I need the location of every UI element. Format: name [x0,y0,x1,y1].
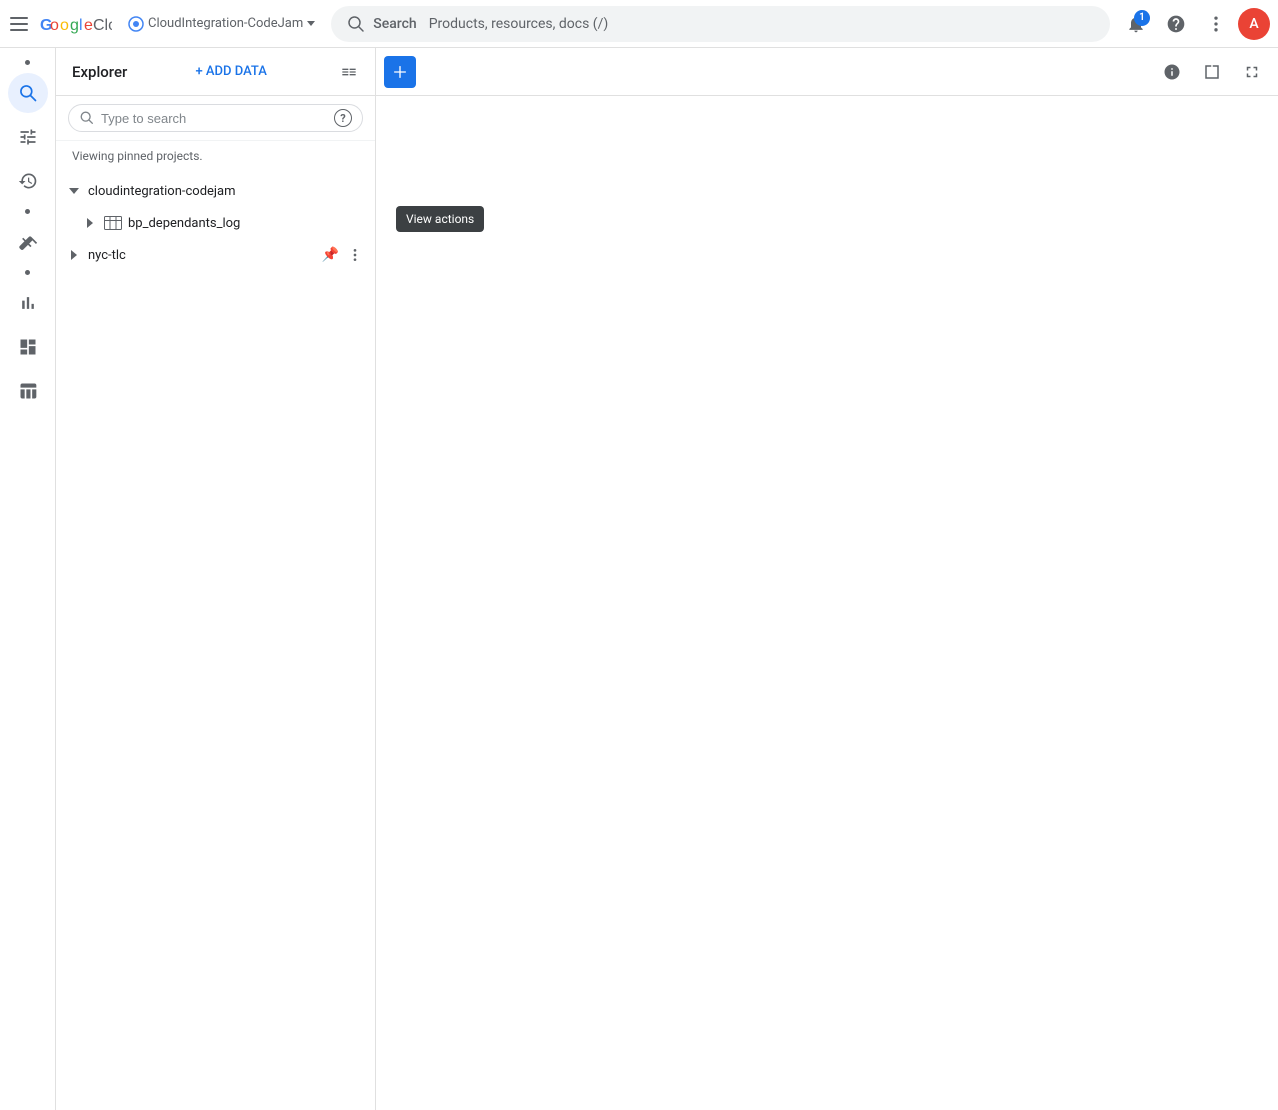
project-name: CloudIntegration-CodeJam [148,16,303,31]
project-actions-nyc-tlc: 📌 [322,243,367,267]
dashboard-icon [18,337,38,357]
user-avatar-button[interactable]: A [1238,8,1270,40]
main-layout: Explorer + ADD DATA ? Viewing pinned pro… [0,48,1278,1110]
sidebar-item-data-studio[interactable] [8,371,48,411]
collapse-explorer-button[interactable] [335,58,363,86]
tune-icon [18,127,38,147]
search-icon [18,83,38,103]
info-button[interactable] [1154,54,1190,90]
google-logo-svg: G o o g l e Cloud [40,12,112,36]
expand-chevron-cloudintegration [64,181,84,201]
svg-text:l: l [79,17,83,34]
svg-text:g: g [70,17,79,34]
three-dot-menu-nyc-tlc[interactable] [343,243,367,267]
explorer-search-wrapper[interactable]: ? [68,104,363,132]
sidebar-dot-3 [25,270,30,275]
chevron-down-icon [307,21,315,26]
left-icon-sidebar [0,48,56,1110]
dataset-name-bp-dependants: bp_dependants_log [122,216,343,231]
topbar: G o o g l e Cloud CloudIntegration-CodeJ… [0,0,1278,48]
notifications-button[interactable]: 1 [1118,6,1154,42]
add-data-label: + ADD DATA [195,64,266,79]
table-chart-icon [18,381,38,401]
build-icon [18,232,38,252]
query-toolbar [376,48,1278,96]
query-toolbar-right [1154,54,1270,90]
search-icon [347,15,365,33]
dataset-table-icon [104,216,122,230]
help-icon [1166,14,1186,34]
pin-icon-nyc-tlc: 📌 [322,247,339,263]
fullscreen-icon [1243,63,1261,81]
expand-chevron-nyc-tlc [64,245,84,265]
help-button[interactable] [1158,6,1194,42]
topbar-right: 1 A [1118,6,1270,42]
add-icon [392,64,408,80]
three-dot-menu-cloudintegration[interactable] [343,179,367,203]
collapse-icon [341,64,357,80]
explorer-header: Explorer + ADD DATA [56,48,375,96]
tree-item-nyc-tlc[interactable]: nyc-tlc 📌 [56,239,375,271]
svg-text:o: o [50,17,59,34]
three-dot-menu-bp-dependants[interactable] [343,211,367,235]
expand-chevron-bp-dependants [80,213,100,233]
project-name-cloudintegration: cloudintegration-codejam [84,184,343,199]
query-editor-content [376,96,1278,1110]
add-data-button[interactable]: + ADD DATA [189,60,272,83]
search-placeholder-text: Products, resources, docs (/) [429,16,609,32]
tree-item-cloudintegration[interactable]: cloudintegration-codejam [56,175,375,207]
sidebar-item-query[interactable] [8,73,48,113]
sidebar-item-tools[interactable] [8,222,48,262]
project-selector[interactable]: CloudIntegration-CodeJam [120,12,323,36]
info-icon [1163,63,1181,81]
explorer-panel: Explorer + ADD DATA ? Viewing pinned pro… [56,48,376,1110]
viewing-pinned-text: Viewing pinned projects. [56,141,375,171]
sidebar-item-history[interactable] [8,161,48,201]
sidebar-item-dashboard[interactable] [8,327,48,367]
google-cloud-logo: G o o g l e Cloud [40,12,112,36]
view-actions-tooltip: View actions [396,206,484,232]
more-vert-icon [347,247,363,263]
notification-badge: 1 [1134,10,1150,26]
split-icon [1203,63,1221,81]
search-label: Search [373,16,416,32]
svg-text:e: e [84,17,93,34]
sidebar-dot-1 [25,60,30,65]
more-vert-icon [347,183,363,199]
search-help-icon[interactable]: ? [334,109,352,127]
project-name-nyc-tlc: nyc-tlc [84,248,322,263]
hamburger-menu-button[interactable] [8,12,32,36]
more-vert-icon [347,215,363,231]
bar-chart-icon [18,293,38,313]
explorer-resize-handle[interactable] [371,48,375,1110]
global-search-bar[interactable]: Search Products, resources, docs (/) [331,6,1110,42]
project-icon [128,16,144,32]
explorer-search-input[interactable] [101,111,328,126]
add-query-tab-button[interactable] [384,56,416,88]
sidebar-dot-2 [25,209,30,214]
search-small-icon [79,110,95,126]
svg-text:Cloud: Cloud [93,17,112,34]
explorer-title: Explorer [72,63,127,81]
project-tree: cloudintegration-codejam [56,171,375,1110]
split-view-button[interactable] [1194,54,1230,90]
topbar-left: G o o g l e Cloud [8,12,112,36]
explorer-search-area: ? [56,96,375,141]
sidebar-item-tune[interactable] [8,117,48,157]
query-area [376,48,1278,1110]
svg-text:o: o [60,17,69,34]
fullscreen-button[interactable] [1234,54,1270,90]
more-options-button[interactable] [1198,6,1234,42]
sidebar-item-analytics[interactable] [8,283,48,323]
tree-item-bp-dependants-log[interactable]: bp_dependants_log [56,207,375,239]
history-icon [18,171,38,191]
more-vert-icon [1206,14,1226,34]
